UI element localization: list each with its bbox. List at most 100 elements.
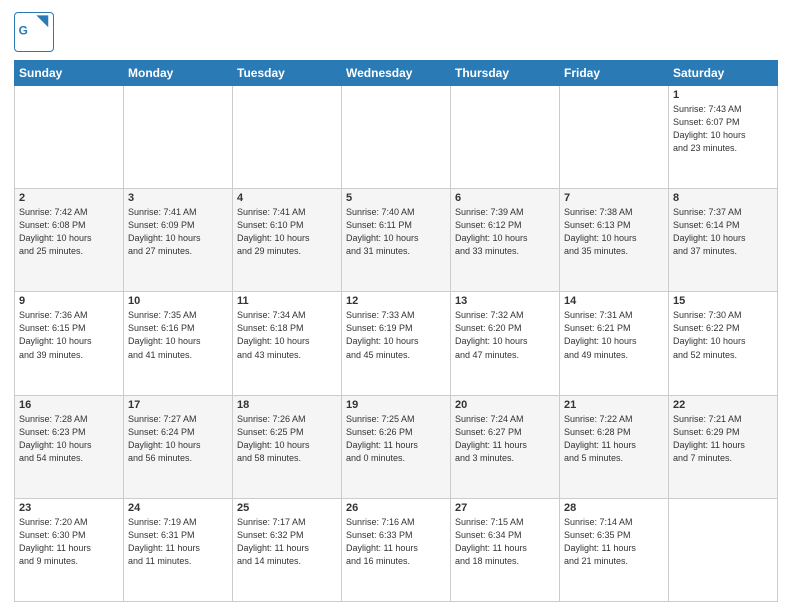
calendar-cell: 27 Sunrise: 7:15 AM Sunset: 6:34 PM Dayli… xyxy=(451,498,560,601)
day-number: 5 xyxy=(346,192,446,204)
day-info: Sunrise: 7:16 AM Sunset: 6:33 PM Dayligh… xyxy=(346,516,446,568)
calendar-cell: 11Sunrise: 7:34 AM Sunset: 6:18 PM Dayli… xyxy=(233,292,342,395)
calendar-cell: 5Sunrise: 7:40 AM Sunset: 6:11 PM Daylig… xyxy=(342,189,451,292)
day-number: 3 xyxy=(128,192,228,204)
calendar-cell: 22 Sunrise: 7:21 AM Sunset: 6:29 PM Dayli… xyxy=(669,395,778,498)
week-row-4: 23 Sunrise: 7:20 AM Sunset: 6:30 PM Dayli… xyxy=(15,498,778,601)
day-number: 4 xyxy=(237,192,337,204)
day-number: 16 xyxy=(19,399,119,411)
day-number: 9 xyxy=(19,295,119,307)
calendar-cell xyxy=(342,86,451,189)
calendar-cell: 1 Sunrise: 7:43 AM Sunset: 6:07 PM Daylig… xyxy=(669,86,778,189)
day-info: Sunrise: 7:43 AM Sunset: 6:07 PM Dayligh… xyxy=(673,103,773,155)
day-info: Sunrise: 7:37 AM Sunset: 6:14 PM Dayligh… xyxy=(673,206,773,258)
header-day-saturday: Saturday xyxy=(669,61,778,86)
week-row-1: 2 Sunrise: 7:42 AM Sunset: 6:08 PM Daylig… xyxy=(15,189,778,292)
header-day-friday: Friday xyxy=(560,61,669,86)
calendar-cell xyxy=(560,86,669,189)
day-info: Sunrise: 7:41 AM Sunset: 6:10 PM Dayligh… xyxy=(237,206,337,258)
day-info: Sunrise: 7:32 AM Sunset: 6:20 PM Dayligh… xyxy=(455,309,555,361)
header-row: SundayMondayTuesdayWednesdayThursdayFrid… xyxy=(15,61,778,86)
day-number: 25 xyxy=(237,502,337,514)
header-day-wednesday: Wednesday xyxy=(342,61,451,86)
day-number: 13 xyxy=(455,295,555,307)
logo: G xyxy=(14,12,58,52)
page-header: G xyxy=(14,12,778,52)
day-number: 27 xyxy=(455,502,555,514)
day-number: 15 xyxy=(673,295,773,307)
day-number: 18 xyxy=(237,399,337,411)
day-info: Sunrise: 7:15 AM Sunset: 6:34 PM Dayligh… xyxy=(455,516,555,568)
calendar-cell xyxy=(233,86,342,189)
day-number: 12 xyxy=(346,295,446,307)
day-info: Sunrise: 7:24 AM Sunset: 6:27 PM Dayligh… xyxy=(455,413,555,465)
calendar-cell xyxy=(124,86,233,189)
day-number: 26 xyxy=(346,502,446,514)
day-info: Sunrise: 7:25 AM Sunset: 6:26 PM Dayligh… xyxy=(346,413,446,465)
calendar-cell: 14Sunrise: 7:31 AM Sunset: 6:21 PM Dayli… xyxy=(560,292,669,395)
calendar-cell: 20 Sunrise: 7:24 AM Sunset: 6:27 PM Dayli… xyxy=(451,395,560,498)
day-number: 22 xyxy=(673,399,773,411)
day-info: Sunrise: 7:41 AM Sunset: 6:09 PM Dayligh… xyxy=(128,206,228,258)
day-number: 24 xyxy=(128,502,228,514)
calendar-cell: 18 Sunrise: 7:26 AM Sunset: 6:25 PM Dayli… xyxy=(233,395,342,498)
calendar-cell: 23 Sunrise: 7:20 AM Sunset: 6:30 PM Dayli… xyxy=(15,498,124,601)
day-number: 2 xyxy=(19,192,119,204)
logo-icon: G xyxy=(14,12,54,52)
day-info: Sunrise: 7:14 AM Sunset: 6:35 PM Dayligh… xyxy=(564,516,664,568)
day-info: Sunrise: 7:39 AM Sunset: 6:12 PM Dayligh… xyxy=(455,206,555,258)
day-number: 1 xyxy=(673,89,773,101)
calendar-table: SundayMondayTuesdayWednesdayThursdayFrid… xyxy=(14,60,778,602)
calendar-cell xyxy=(451,86,560,189)
calendar-cell: 25Sunrise: 7:17 AM Sunset: 6:32 PM Dayli… xyxy=(233,498,342,601)
calendar-cell: 3 Sunrise: 7:41 AM Sunset: 6:09 PM Daylig… xyxy=(124,189,233,292)
day-number: 23 xyxy=(19,502,119,514)
day-info: Sunrise: 7:35 AM Sunset: 6:16 PM Dayligh… xyxy=(128,309,228,361)
calendar-cell: 17Sunrise: 7:27 AM Sunset: 6:24 PM Dayli… xyxy=(124,395,233,498)
calendar-cell: 7 Sunrise: 7:38 AM Sunset: 6:13 PM Daylig… xyxy=(560,189,669,292)
day-info: Sunrise: 7:42 AM Sunset: 6:08 PM Dayligh… xyxy=(19,206,119,258)
header-day-sunday: Sunday xyxy=(15,61,124,86)
svg-text:G: G xyxy=(19,23,28,37)
day-info: Sunrise: 7:30 AM Sunset: 6:22 PM Dayligh… xyxy=(673,309,773,361)
calendar-cell: 26 Sunrise: 7:16 AM Sunset: 6:33 PM Dayli… xyxy=(342,498,451,601)
day-info: Sunrise: 7:31 AM Sunset: 6:21 PM Dayligh… xyxy=(564,309,664,361)
day-info: Sunrise: 7:28 AM Sunset: 6:23 PM Dayligh… xyxy=(19,413,119,465)
calendar-header: SundayMondayTuesdayWednesdayThursdayFrid… xyxy=(15,61,778,86)
day-number: 21 xyxy=(564,399,664,411)
page-container: G SundayMondayTuesdayWednesdayThursdayFr… xyxy=(0,0,792,612)
calendar-cell: 13 Sunrise: 7:32 AM Sunset: 6:20 PM Dayli… xyxy=(451,292,560,395)
day-number: 19 xyxy=(346,399,446,411)
day-info: Sunrise: 7:38 AM Sunset: 6:13 PM Dayligh… xyxy=(564,206,664,258)
header-day-thursday: Thursday xyxy=(451,61,560,86)
calendar-body: 1 Sunrise: 7:43 AM Sunset: 6:07 PM Daylig… xyxy=(15,86,778,602)
header-day-tuesday: Tuesday xyxy=(233,61,342,86)
calendar-cell: 6Sunrise: 7:39 AM Sunset: 6:12 PM Daylig… xyxy=(451,189,560,292)
week-row-2: 9Sunrise: 7:36 AM Sunset: 6:15 PM Daylig… xyxy=(15,292,778,395)
header-day-monday: Monday xyxy=(124,61,233,86)
day-info: Sunrise: 7:33 AM Sunset: 6:19 PM Dayligh… xyxy=(346,309,446,361)
week-row-0: 1 Sunrise: 7:43 AM Sunset: 6:07 PM Daylig… xyxy=(15,86,778,189)
day-number: 10 xyxy=(128,295,228,307)
calendar-cell: 8Sunrise: 7:37 AM Sunset: 6:14 PM Daylig… xyxy=(669,189,778,292)
day-info: Sunrise: 7:26 AM Sunset: 6:25 PM Dayligh… xyxy=(237,413,337,465)
calendar-cell: 15 Sunrise: 7:30 AM Sunset: 6:22 PM Dayli… xyxy=(669,292,778,395)
calendar-cell: 21 Sunrise: 7:22 AM Sunset: 6:28 PM Dayli… xyxy=(560,395,669,498)
day-number: 20 xyxy=(455,399,555,411)
day-info: Sunrise: 7:22 AM Sunset: 6:28 PM Dayligh… xyxy=(564,413,664,465)
day-number: 28 xyxy=(564,502,664,514)
calendar-cell: 28 Sunrise: 7:14 AM Sunset: 6:35 PM Dayli… xyxy=(560,498,669,601)
calendar-cell xyxy=(15,86,124,189)
day-info: Sunrise: 7:21 AM Sunset: 6:29 PM Dayligh… xyxy=(673,413,773,465)
day-number: 7 xyxy=(564,192,664,204)
calendar-cell: 16 Sunrise: 7:28 AM Sunset: 6:23 PM Dayli… xyxy=(15,395,124,498)
day-info: Sunrise: 7:20 AM Sunset: 6:30 PM Dayligh… xyxy=(19,516,119,568)
calendar-cell: 24 Sunrise: 7:19 AM Sunset: 6:31 PM Dayli… xyxy=(124,498,233,601)
week-row-3: 16 Sunrise: 7:28 AM Sunset: 6:23 PM Dayli… xyxy=(15,395,778,498)
calendar-cell: 4 Sunrise: 7:41 AM Sunset: 6:10 PM Daylig… xyxy=(233,189,342,292)
calendar-cell: 2 Sunrise: 7:42 AM Sunset: 6:08 PM Daylig… xyxy=(15,189,124,292)
day-number: 11 xyxy=(237,295,337,307)
calendar-cell: 9Sunrise: 7:36 AM Sunset: 6:15 PM Daylig… xyxy=(15,292,124,395)
day-info: Sunrise: 7:27 AM Sunset: 6:24 PM Dayligh… xyxy=(128,413,228,465)
day-info: Sunrise: 7:19 AM Sunset: 6:31 PM Dayligh… xyxy=(128,516,228,568)
